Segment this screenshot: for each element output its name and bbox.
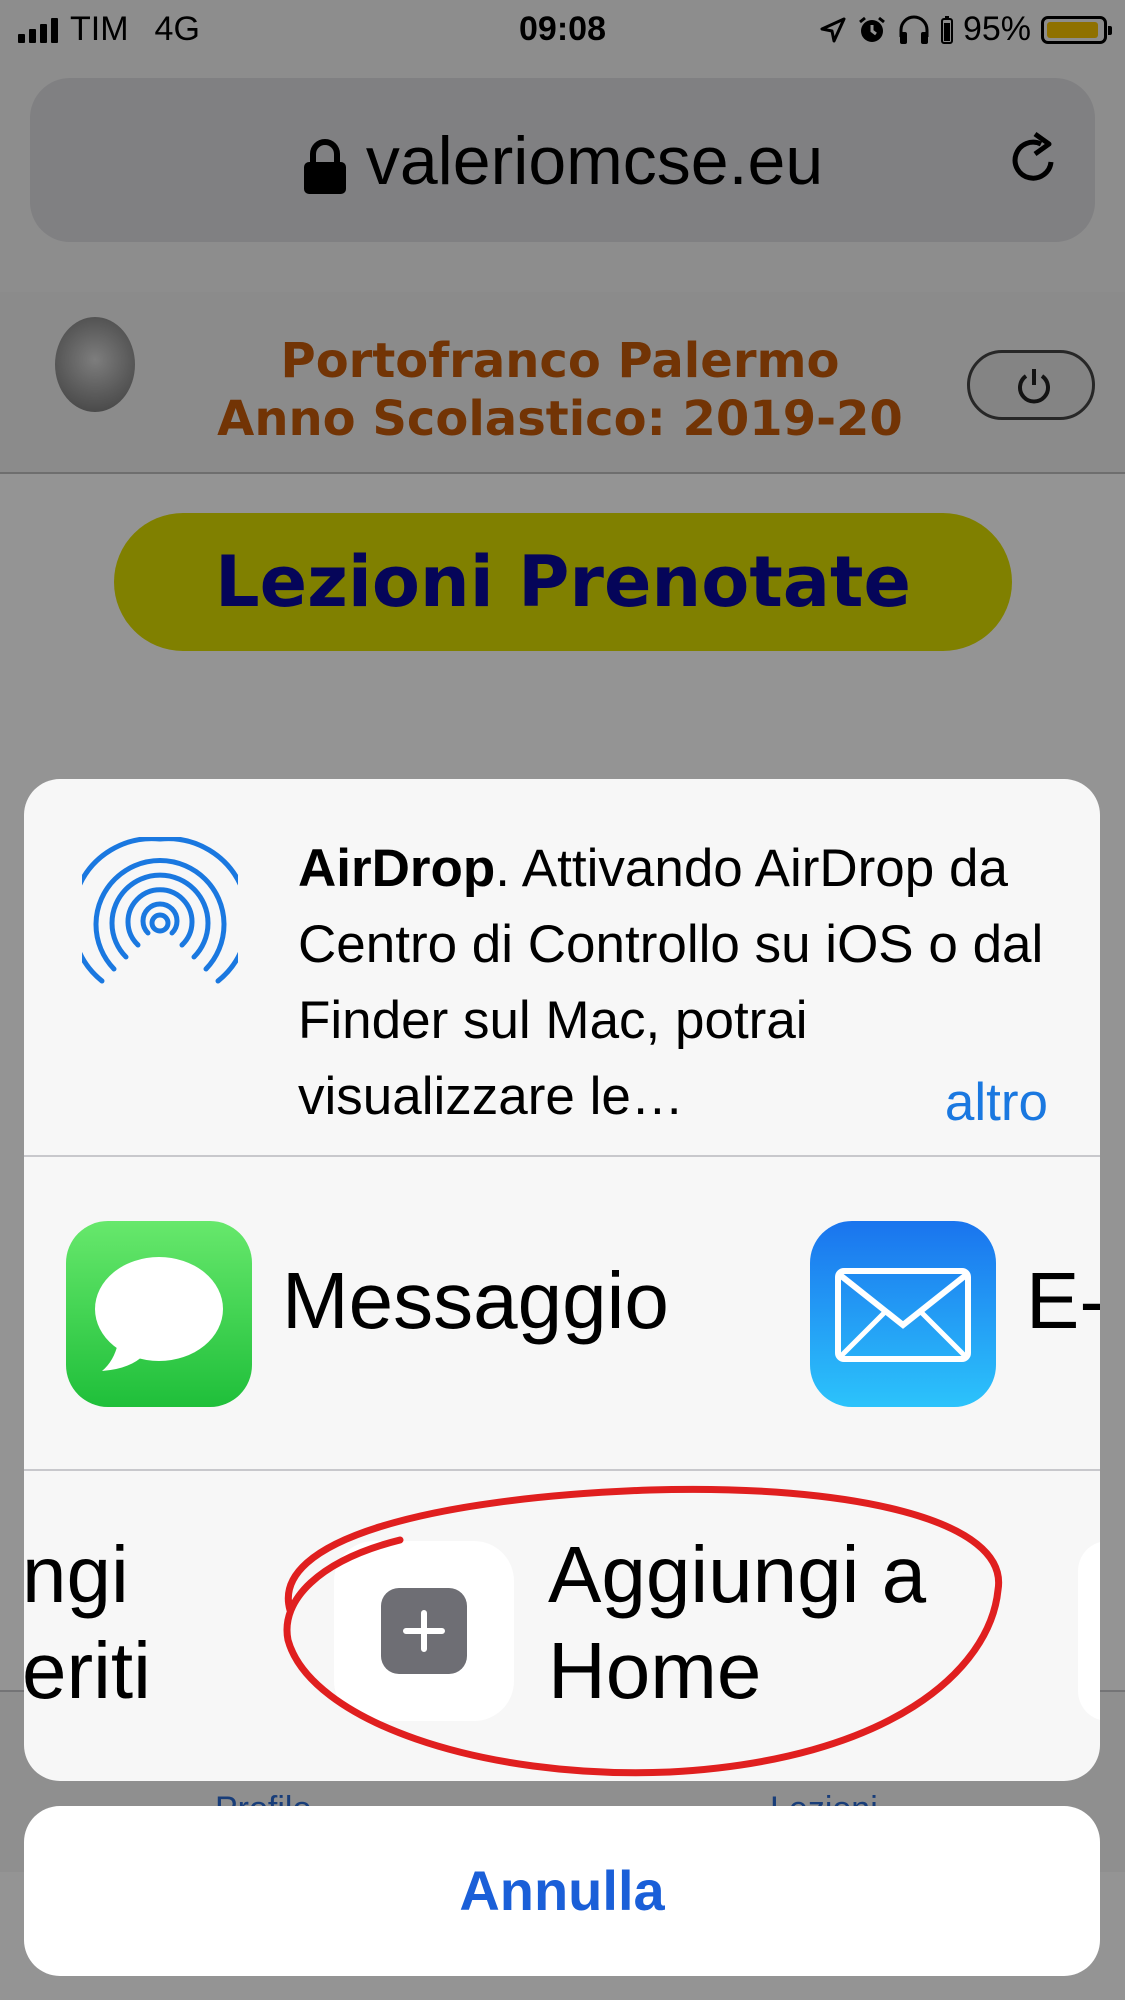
cancel-button[interactable]: Annulla	[24, 1806, 1100, 1976]
next-action-tile[interactable]	[1078, 1541, 1100, 1721]
mail-icon[interactable]	[810, 1221, 996, 1407]
preferiti-label-line-1: ngi	[24, 1530, 129, 1619]
preferiti-label-line-2: eriti	[24, 1626, 151, 1715]
airdrop-icon	[82, 837, 238, 984]
messages-icon[interactable]	[66, 1221, 252, 1407]
share-apps-row: Messaggio E-	[24, 1157, 1100, 1471]
airdrop-section[interactable]: AirDrop. Attivando AirDrop da Centro di …	[24, 779, 1100, 1157]
speech-bubble-icon	[95, 1257, 223, 1371]
envelope-icon	[835, 1268, 971, 1362]
red-annotation-circle	[283, 1485, 1003, 1777]
messaggio-label[interactable]: Messaggio	[282, 1255, 669, 1347]
mail-label[interactable]: E-	[1026, 1255, 1100, 1347]
preferiti-action-label[interactable]: ngi eriti	[24, 1527, 151, 1719]
altro-link[interactable]: altro	[945, 1072, 1048, 1133]
airdrop-title: AirDrop	[298, 839, 496, 898]
